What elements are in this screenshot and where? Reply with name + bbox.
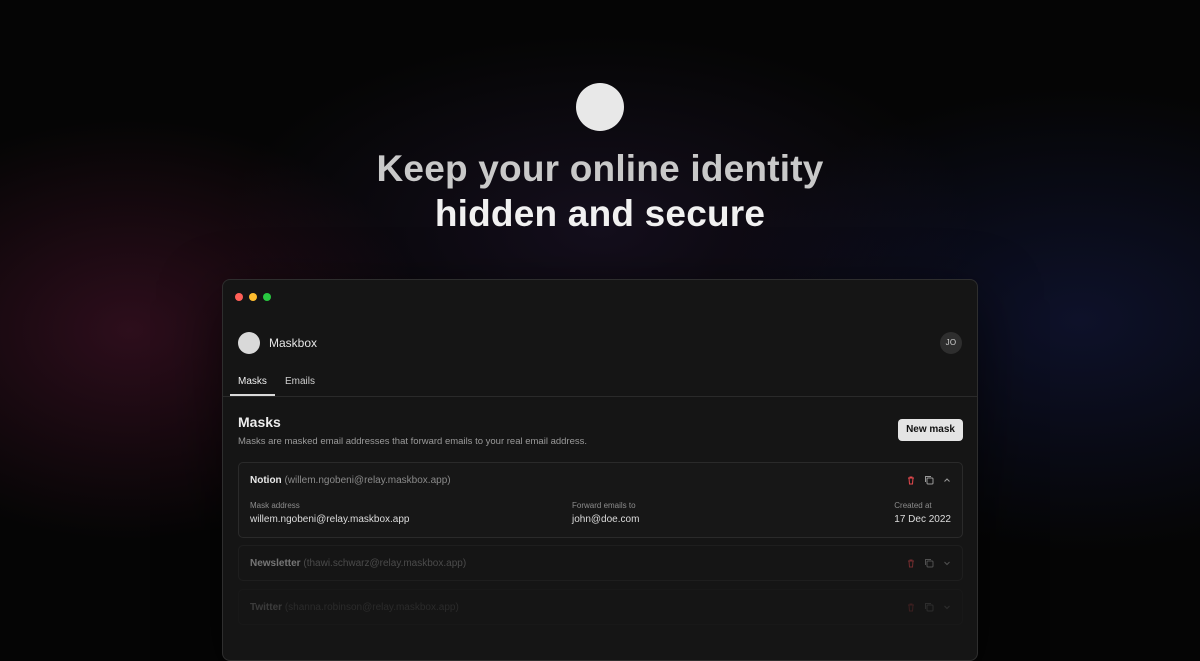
mask-card-header: Newsletter (thawi.schwarz@relay.maskbox.… [250, 558, 466, 569]
mask-actions [906, 558, 952, 568]
user-avatar[interactable]: JO [940, 332, 962, 354]
created-field: Created at 17 Dec 2022 [894, 501, 951, 525]
mask-card[interactable]: Twitter (shanna.robinson@relay.maskbox.a… [238, 589, 963, 625]
mask-actions [906, 475, 952, 485]
forward-field: Forward emails to john@doe.com [572, 501, 639, 525]
headline-line-2: hidden and secure [434, 193, 766, 234]
trash-icon[interactable] [906, 475, 916, 485]
mask-actions [906, 602, 952, 612]
chevron-down-icon[interactable] [942, 558, 952, 568]
trash-icon[interactable] [906, 602, 916, 612]
copy-icon[interactable] [924, 558, 934, 568]
window-controls [235, 293, 271, 301]
copy-icon[interactable] [924, 475, 934, 485]
mask-card[interactable]: Newsletter (thawi.schwarz@relay.maskbox.… [238, 545, 963, 581]
section-description: Masks are masked email addresses that fo… [238, 436, 588, 447]
app-logo [238, 332, 260, 354]
created-value: 17 Dec 2022 [894, 514, 951, 525]
mask-name: Notion [250, 475, 282, 486]
forward-label: Forward emails to [572, 501, 636, 510]
chevron-up-icon[interactable] [942, 475, 952, 485]
close-window-button[interactable] [235, 293, 243, 301]
mask-address-field: Mask address willem.ngobeni@relay.maskbo… [250, 501, 410, 525]
maximize-window-button[interactable] [263, 293, 271, 301]
mask-card-header: Notion (willem.ngobeni@relay.maskbox.app… [250, 475, 451, 486]
mask-address-value: willem.ngobeni@relay.maskbox.app [250, 514, 410, 525]
mask-address-inline: (shanna.robinson@relay.maskbox.app) [284, 602, 459, 613]
chevron-down-icon[interactable] [942, 602, 952, 612]
mask-card-header: Twitter (shanna.robinson@relay.maskbox.a… [250, 602, 459, 613]
app-name: Maskbox [269, 336, 318, 350]
tab-bar: Masks Emails [223, 372, 977, 397]
mask-name: Newsletter [250, 558, 301, 569]
mask-card[interactable]: Notion (willem.ngobeni@relay.maskbox.app… [238, 462, 963, 538]
hero-headline: Keep your online identity hidden and sec… [0, 146, 1200, 236]
minimize-window-button[interactable] [249, 293, 257, 301]
mask-address-inline: (willem.ngobeni@relay.maskbox.app) [284, 475, 451, 486]
headline-line-1: Keep your online identity [376, 148, 824, 189]
brand-logo [576, 83, 624, 131]
mask-address-inline: (thawi.schwarz@relay.maskbox.app) [303, 558, 467, 569]
forward-value: john@doe.com [572, 514, 640, 525]
app-window: Maskbox JO Masks Emails Masks Masks are … [222, 279, 978, 661]
section-title: Masks [238, 414, 281, 430]
tab-emails[interactable]: Emails [285, 376, 315, 395]
created-label: Created at [894, 501, 932, 510]
new-mask-button[interactable]: New mask [898, 419, 963, 441]
trash-icon[interactable] [906, 558, 916, 568]
tab-masks[interactable]: Masks [230, 376, 275, 396]
mask-address-label: Mask address [250, 501, 300, 510]
mask-name: Twitter [250, 602, 283, 613]
copy-icon[interactable] [924, 602, 934, 612]
